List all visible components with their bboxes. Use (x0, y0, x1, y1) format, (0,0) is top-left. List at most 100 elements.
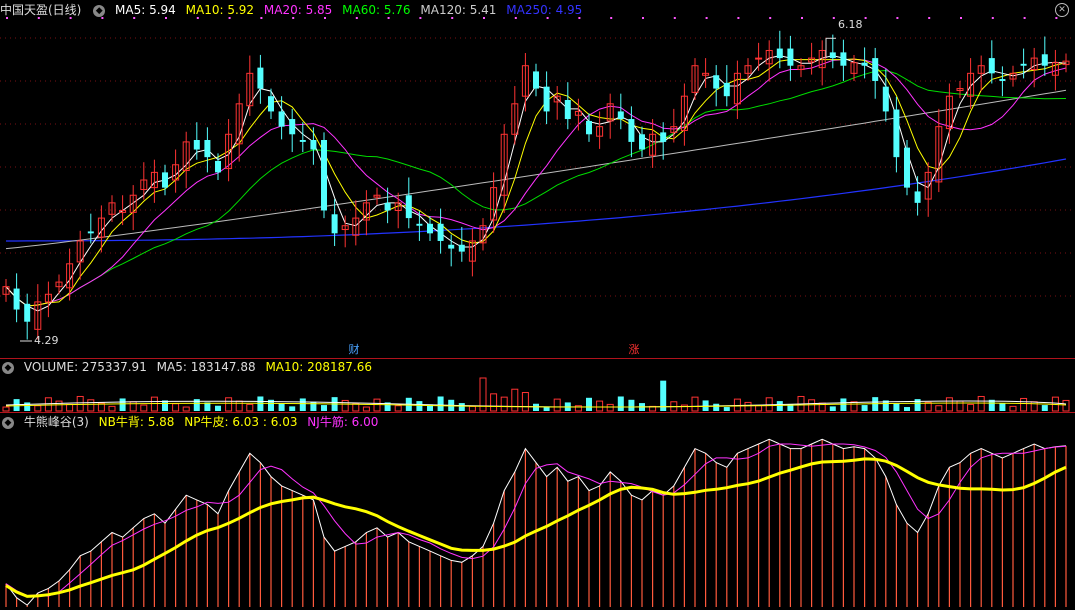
top-marker (610, 17, 613, 19)
np-value: NP牛皮: 6.03 : 6.03 (184, 415, 298, 429)
top-marker (196, 17, 199, 19)
candle-down (628, 119, 635, 142)
volume-bar-down (543, 407, 550, 411)
volume-bar-up (34, 405, 42, 412)
top-marker (387, 17, 390, 19)
candle-down (564, 100, 571, 120)
top-marker (801, 17, 803, 19)
indicator-settings-icon[interactable]: ◆ (2, 416, 14, 429)
top-marker (165, 17, 167, 19)
top-marker (642, 17, 644, 19)
volume-bar-up (55, 400, 63, 412)
candle-down (1041, 54, 1048, 66)
volume-bar-up (172, 403, 180, 412)
top-marker (419, 17, 422, 19)
volume-legend: ◆ VOLUME: 275337.91 MA5: 183147.88 MA10:… (0, 358, 378, 376)
candle-down (257, 67, 264, 89)
top-marker (832, 17, 835, 19)
volume-bar-up (341, 399, 349, 412)
candle-down (310, 140, 317, 150)
volume-bar-up (246, 403, 254, 412)
volume-bar-down (829, 406, 836, 411)
earnings-badge[interactable]: 财 (347, 343, 361, 357)
top-marker (69, 17, 72, 19)
volume-bar-up (924, 401, 932, 412)
volume-settings-icon[interactable]: ◆ (2, 361, 14, 374)
candle-down (904, 147, 910, 188)
volume-bar-up (66, 403, 74, 412)
candle-down (893, 109, 900, 158)
top-marker (1055, 17, 1058, 19)
top-marker (483, 17, 485, 19)
candle-down (24, 303, 31, 322)
candle-down (162, 172, 168, 188)
volume-bar-up (553, 398, 561, 412)
candle-down (776, 48, 783, 59)
candle-down (458, 244, 465, 252)
nj-value: NJ牛筋: 6.00 (307, 415, 379, 429)
volume-bar-down (893, 403, 900, 411)
top-marker (324, 17, 326, 19)
volume-ma10: MA10: 208187.66 (265, 360, 373, 374)
top-marker (546, 17, 549, 19)
volume-bar-up (755, 405, 763, 412)
top-marker (37, 17, 40, 19)
volume-bar-up (468, 405, 476, 412)
candle-down (416, 223, 423, 226)
volume-bar-up (808, 399, 816, 412)
volume-bar-up (490, 393, 498, 412)
volume-bar-up (691, 396, 699, 412)
volume-bar-down (299, 398, 306, 411)
top-marker (514, 17, 517, 19)
stock-chart[interactable] (0, 0, 1075, 610)
candle-down (914, 191, 921, 203)
candle-down (543, 86, 550, 112)
volume-bar-up (1009, 405, 1017, 412)
volume-bar-up (744, 401, 752, 412)
volume-bar-down (278, 403, 285, 411)
top-marker (769, 17, 772, 19)
candle-down (617, 111, 624, 120)
candle-up (755, 57, 763, 60)
candle-down (215, 160, 221, 173)
volume-ma5: MA5: 183147.88 (156, 360, 256, 374)
top-marker (228, 17, 231, 19)
low-price-label: 4.29 (34, 334, 59, 347)
top-marker (355, 17, 358, 19)
volume-bar-down (904, 407, 910, 411)
volume-bar-down (310, 401, 317, 411)
volume-bar-up (850, 401, 858, 412)
candle-down (861, 62, 868, 66)
volume-bar-up (2, 406, 10, 412)
volume-bar-up (150, 396, 158, 412)
volume-bar-up (977, 395, 985, 412)
volume-bar-up (606, 403, 614, 412)
top-marker (705, 17, 708, 19)
top-marker (451, 17, 454, 19)
volume-bar-down (617, 396, 624, 411)
nb-value: NB牛背: 5.88 (98, 415, 175, 429)
volume-value: VOLUME: 275337.91 (23, 360, 147, 374)
candle-down (829, 52, 836, 59)
volume-bar-down (437, 396, 444, 411)
volume-bar-up (129, 401, 137, 412)
candle-down (299, 140, 306, 142)
volume-bar-up (225, 397, 233, 412)
limit-up-badge[interactable]: 涨 (627, 343, 641, 357)
top-marker (991, 17, 994, 19)
candle-down (384, 202, 391, 211)
volume-bar-up (394, 405, 402, 412)
volume-bar-up (521, 392, 529, 412)
volume-bar-down (321, 405, 327, 411)
volume-bar-down (215, 405, 221, 411)
volume-bar-up (596, 400, 604, 412)
candle-down (405, 195, 412, 219)
candle-down (1020, 63, 1027, 66)
candle-down (448, 244, 455, 249)
volume-bar-up (1020, 397, 1028, 412)
volume-bar-down (119, 398, 126, 411)
volume-bar-down (628, 399, 635, 411)
volume-bar-up (945, 397, 953, 412)
volume-bar-down (533, 403, 539, 411)
candle-down (533, 71, 539, 89)
